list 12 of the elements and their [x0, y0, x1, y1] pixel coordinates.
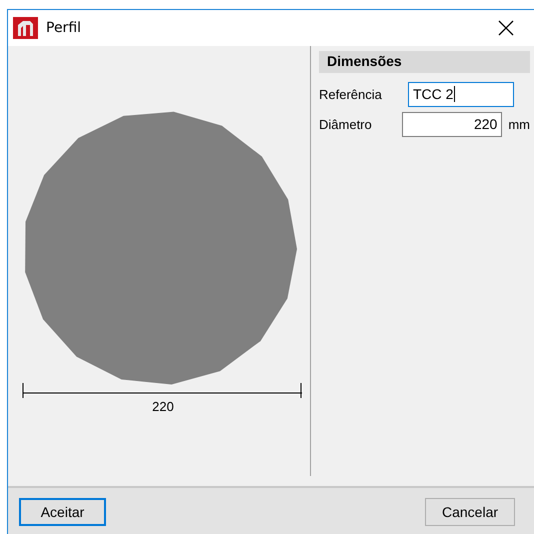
accept-button[interactable]: Aceitar	[19, 498, 106, 526]
input-field[interactable]: 220	[402, 112, 502, 136]
window-title: Perfil	[46, 20, 82, 36]
dimension-label: 220	[151, 399, 175, 414]
close-icon[interactable]	[498, 20, 514, 36]
field-label: Referência	[319, 86, 383, 102]
section-heading: Dimensões	[319, 51, 530, 73]
input-field[interactable]: TCC 2	[408, 82, 514, 106]
cancel-button[interactable]: Cancelar	[425, 498, 515, 526]
field-label: Diâmetro	[319, 116, 373, 132]
app-icon	[13, 17, 38, 39]
unit-label: mm	[508, 116, 530, 132]
